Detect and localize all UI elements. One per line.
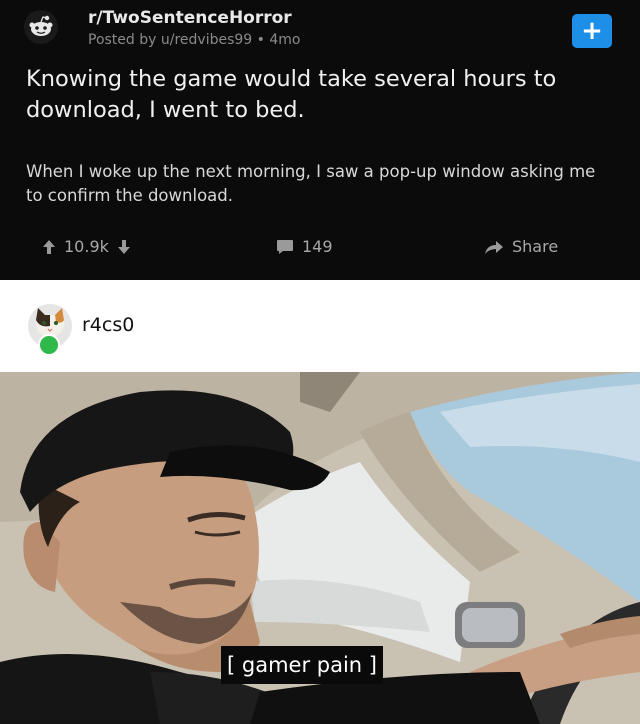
upvote-icon[interactable] [42,239,56,255]
comment-count: 149 [302,237,333,256]
post-body: When I woke up the next morning, I saw a… [26,162,596,205]
meme-poster: r4cs0 [0,280,640,372]
username[interactable]: r4cs0 [82,314,134,336]
avatar-status-badge [38,334,60,356]
meme-photo: [ gamer pain ] [0,372,640,724]
post-actions: 10.9k 149 Share [0,233,640,267]
post-header: r/TwoSentenceHorror Posted by u/redvibes… [14,6,626,52]
vote-count: 10.9k [64,237,109,256]
share-label: Share [512,237,559,256]
downvote-icon[interactable] [117,239,131,255]
comments-button[interactable]: 149 [276,237,333,256]
vote-controls: 10.9k [42,237,131,256]
post-meta: Posted by u/redvibes99 • 4mo [88,32,301,48]
post-title[interactable]: Knowing the game would take several hour… [26,64,616,126]
join-button[interactable]: + [572,14,612,48]
comment-icon [277,239,293,254]
subreddit-icon[interactable] [24,10,58,44]
share-button[interactable]: Share [484,237,558,256]
reddit-post-card: r/TwoSentenceHorror Posted by u/redvibes… [0,0,640,280]
reddit-alien-icon [29,15,53,36]
subreddit-name[interactable]: r/TwoSentenceHorror [88,8,292,28]
meme-caption: [ gamer pain ] [221,646,383,684]
share-arrow-icon [485,240,503,254]
